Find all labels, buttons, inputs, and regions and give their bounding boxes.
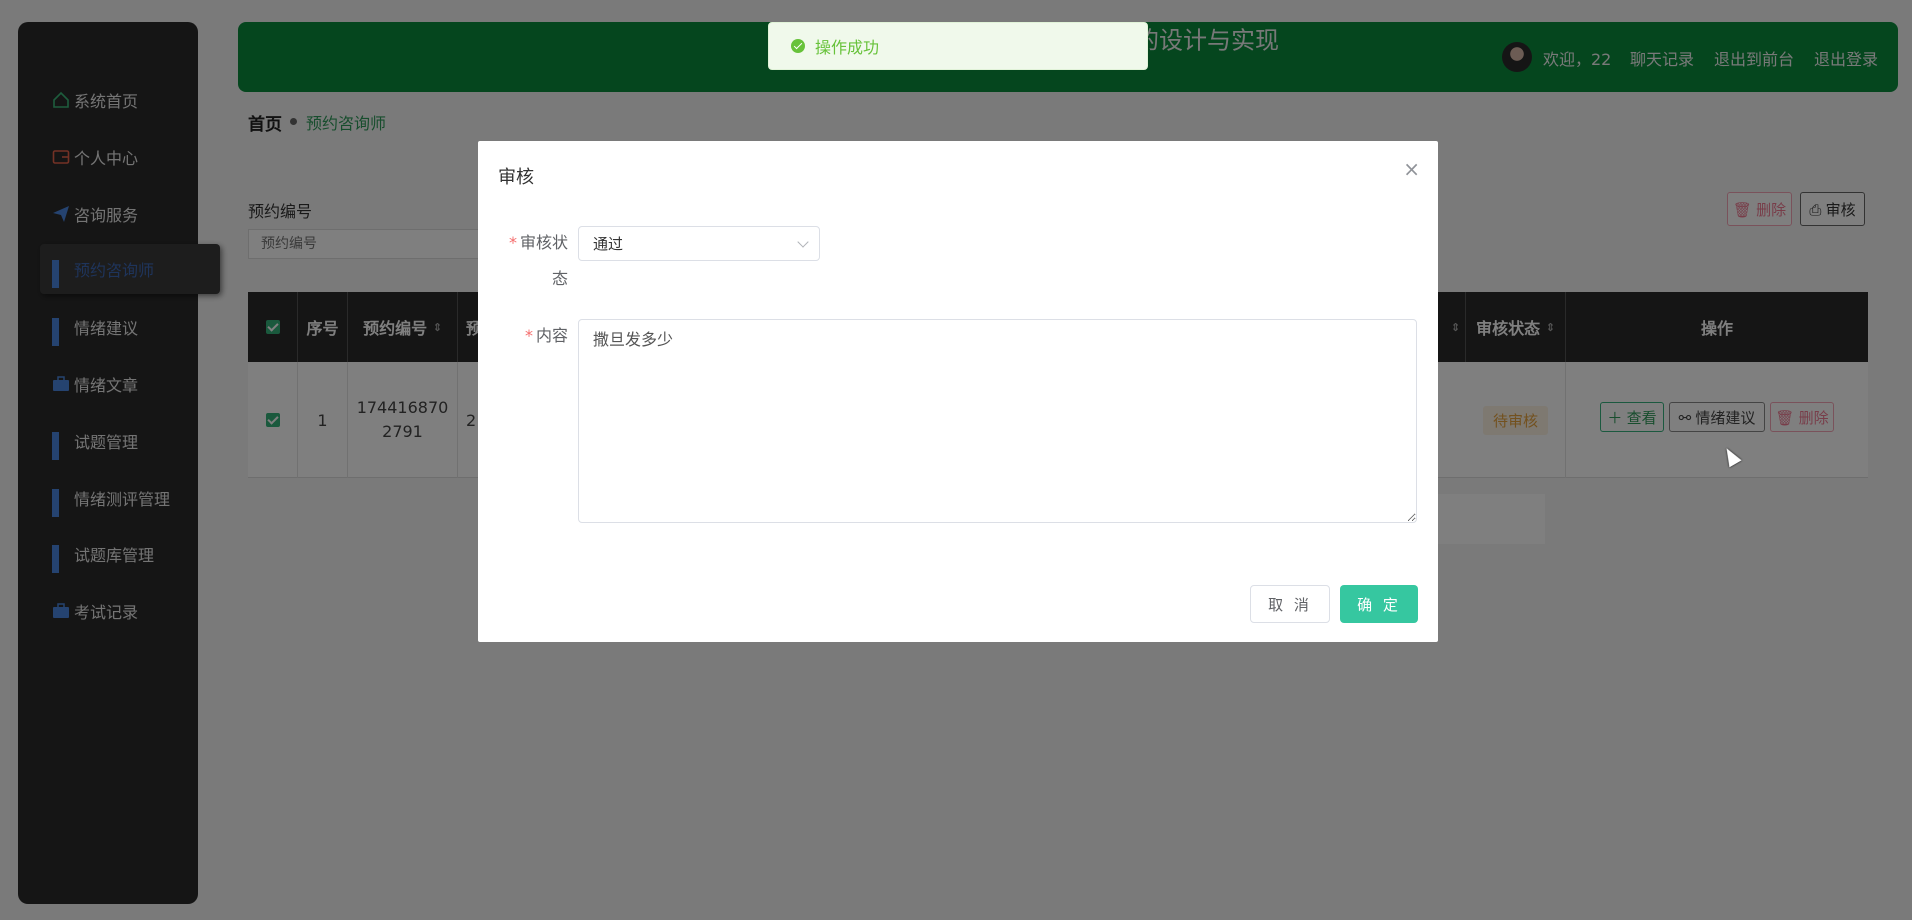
check-circle-icon xyxy=(791,39,805,53)
toast-message: 操作成功 xyxy=(815,38,880,57)
cancel-button[interactable]: 取 消 xyxy=(1250,585,1330,623)
dialog-title: 审核 xyxy=(498,167,534,188)
audit-content-textarea[interactable]: 撒旦发多少 xyxy=(578,319,1417,523)
confirm-button[interactable]: 确 定 xyxy=(1340,585,1418,623)
close-icon[interactable]: × xyxy=(1403,159,1420,179)
audit-status-value: 通过 xyxy=(593,235,624,253)
audit-status-select[interactable]: 通过 xyxy=(578,226,820,261)
content-field-label-text: 内容 xyxy=(535,326,568,345)
chevron-down-icon xyxy=(797,236,809,248)
success-toast: 操作成功 xyxy=(768,22,1148,70)
status-field-label-text: 审核状态 xyxy=(520,233,569,288)
content-field-label: * 内容 xyxy=(524,326,568,345)
status-field-label: * 审核状态 xyxy=(478,225,568,297)
audit-dialog: 审核 × * 审核状态 通过 * 内容 撒旦发多少 取 消 确 定 xyxy=(478,141,1438,642)
